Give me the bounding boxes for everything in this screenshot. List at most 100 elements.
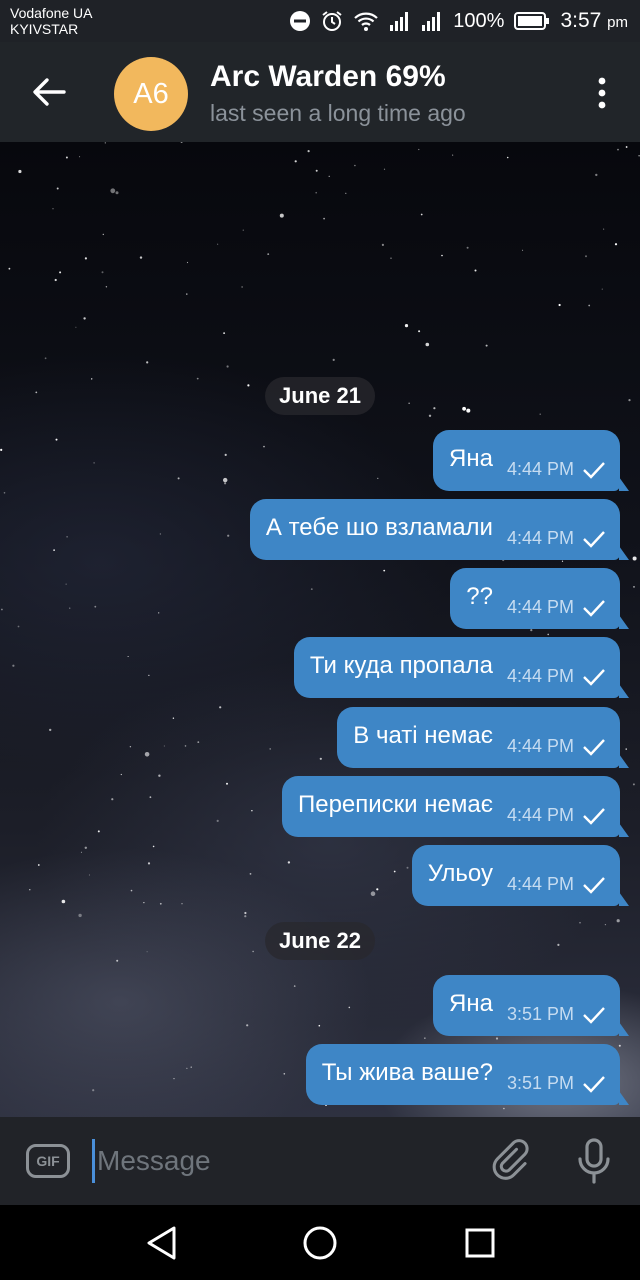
star (418, 330, 421, 333)
star (381, 243, 384, 246)
star (79, 156, 81, 158)
star (54, 278, 57, 282)
star (130, 889, 133, 892)
star (625, 146, 628, 148)
paperclip-icon[interactable] (490, 1139, 534, 1183)
check-icon (583, 461, 605, 479)
star (44, 357, 47, 360)
star (84, 846, 88, 849)
star (466, 246, 469, 249)
star (92, 1089, 95, 1092)
star (390, 257, 392, 259)
star (1, 608, 3, 611)
star (224, 482, 227, 485)
message-text: Ти куда пропала (309, 651, 493, 679)
message-composer: GIF (0, 1117, 640, 1205)
status-bar: Vodafone UA KYIVSTAR 100% 3:57 pm (0, 0, 640, 42)
message-time: 3:51 PM (506, 1073, 574, 1093)
nav-home-icon[interactable] (300, 1223, 340, 1263)
star (283, 1073, 286, 1075)
avatar[interactable]: A6 (114, 57, 188, 131)
star (196, 377, 199, 380)
star (149, 796, 152, 799)
message-bubble[interactable]: Яна 4:44 PM (433, 430, 629, 491)
star (616, 919, 620, 923)
star (242, 229, 244, 231)
star (557, 943, 560, 947)
star (441, 254, 443, 257)
star (307, 150, 310, 153)
star (279, 213, 284, 218)
chat-area[interactable]: June 21 Яна 4:44 PM А тебе шо взламали 4… (0, 142, 640, 1117)
star (35, 391, 38, 394)
message-bubble[interactable]: ?? 4:44 PM (450, 568, 629, 629)
nav-recents-icon[interactable] (460, 1223, 500, 1263)
message-bubble[interactable]: А тебе шо взламали 4:44 PM (249, 499, 630, 560)
star (625, 748, 627, 750)
gif-button[interactable]: GIF (26, 1144, 70, 1178)
message-time: 4:44 PM (506, 666, 574, 686)
message-bubble[interactable]: Ты жива ваше? 3:51 PM (305, 1044, 630, 1105)
star (345, 192, 347, 194)
star (633, 586, 635, 588)
chat-title[interactable]: Arc Warden 69% (210, 60, 446, 94)
star (219, 706, 222, 709)
star (247, 384, 250, 387)
star (251, 810, 253, 812)
star (177, 477, 180, 480)
message-bubble[interactable]: Переписки немає 4:44 PM (281, 776, 630, 837)
star (18, 169, 22, 174)
star (127, 656, 129, 657)
star (163, 745, 165, 747)
system-navigation-bar (0, 1205, 640, 1280)
starry-background (0, 142, 640, 1110)
star (348, 1006, 351, 1009)
message-input[interactable] (92, 1139, 472, 1183)
star (614, 243, 618, 246)
star (249, 873, 252, 875)
more-options-icon[interactable] (592, 76, 612, 110)
star (310, 588, 313, 590)
star (425, 342, 430, 347)
message-text: Яна (449, 444, 493, 472)
star (328, 175, 330, 177)
star (474, 269, 477, 272)
nav-back-icon[interactable] (142, 1223, 182, 1263)
message-text: Ты жива ваше? (321, 1058, 493, 1086)
back-arrow-icon[interactable] (30, 74, 68, 110)
star (190, 1066, 192, 1068)
star (61, 899, 66, 904)
star (632, 556, 637, 561)
star (172, 717, 175, 719)
star (129, 746, 132, 748)
star (115, 191, 119, 195)
star (65, 156, 68, 159)
message-bubble[interactable]: Ульоу 4:44 PM (411, 845, 630, 906)
star (383, 168, 386, 170)
star (617, 148, 619, 151)
clock-suffix: pm (607, 14, 628, 31)
star (37, 864, 40, 866)
message-bubble[interactable]: В чаті немає 4:44 PM (337, 707, 629, 768)
star (146, 951, 148, 953)
star (354, 164, 356, 167)
star (539, 413, 541, 415)
star (269, 748, 272, 750)
star (319, 757, 322, 760)
date-separator: June 21 (265, 377, 375, 415)
star (294, 160, 297, 163)
star (293, 985, 296, 987)
message-time: 4:44 PM (506, 874, 574, 894)
message-bubble[interactable]: Яна 3:51 PM (433, 975, 629, 1036)
carrier-2: KYIVSTAR (10, 21, 79, 37)
message-bubble[interactable]: Ти куда пропала 4:44 PM (293, 637, 630, 698)
star (158, 612, 160, 614)
star (159, 902, 162, 905)
star (216, 819, 219, 823)
check-icon (583, 1006, 605, 1024)
microphone-icon[interactable] (576, 1137, 612, 1185)
star (102, 233, 105, 236)
star (152, 845, 155, 848)
star (428, 414, 432, 417)
star (628, 399, 631, 402)
